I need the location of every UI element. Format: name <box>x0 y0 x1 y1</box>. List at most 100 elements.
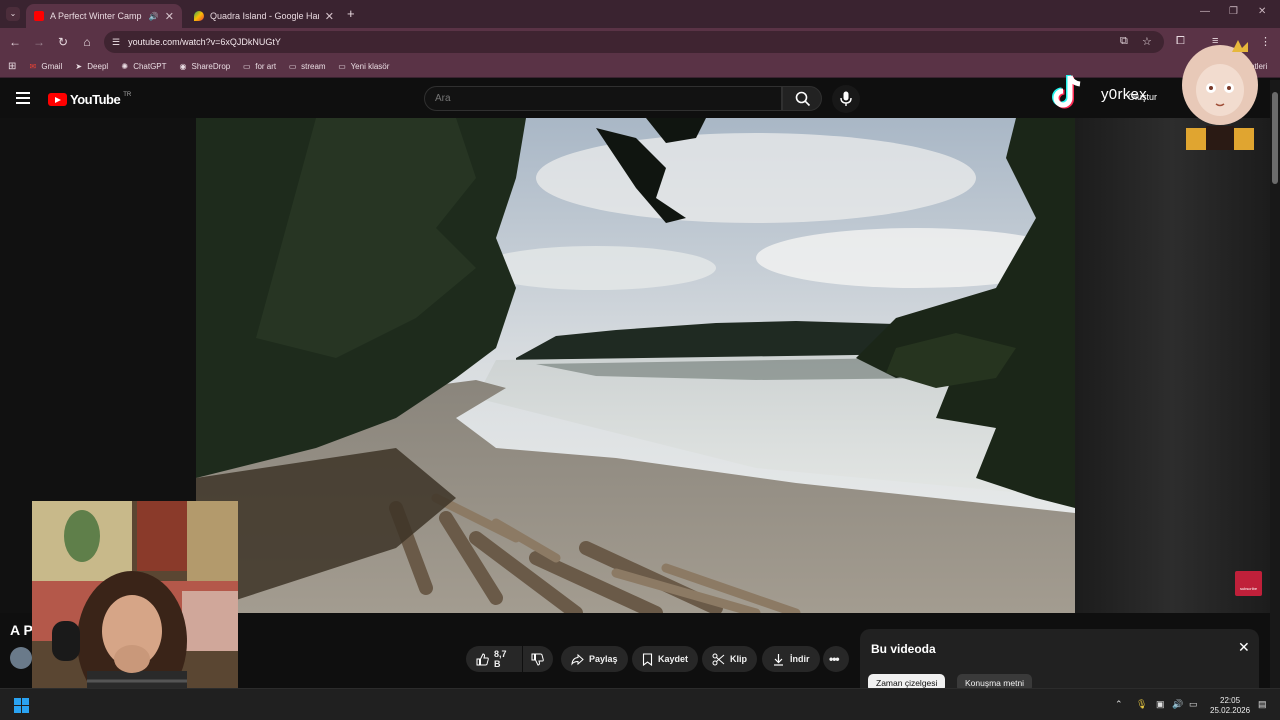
clip-button[interactable]: Klip <box>702 646 757 672</box>
gmail-icon: ✉ <box>29 62 37 71</box>
download-icon <box>774 653 783 666</box>
video-player[interactable] <box>196 118 1075 613</box>
folder-icon: ▭ <box>338 62 346 71</box>
youtube-wordmark: YouTube <box>70 92 121 107</box>
close-tab-icon[interactable]: ✕ <box>325 10 334 23</box>
volume-icon[interactable]: 🔊 <box>1172 699 1183 710</box>
close-icon[interactable]: ✕ <box>1238 639 1250 656</box>
site-info-icon[interactable]: ☰ <box>112 37 120 48</box>
network-icon[interactable]: ▣ <box>1156 699 1165 710</box>
scissors-icon <box>712 653 725 665</box>
new-tab-button[interactable]: + <box>347 6 355 21</box>
deepl-icon: ➤ <box>75 62 83 71</box>
page-scrollbar[interactable] <box>1270 80 1280 688</box>
chatgpt-icon: ✺ <box>121 62 129 71</box>
bookmark-sharedrop[interactable]: ◉ ShareDrop <box>179 62 231 71</box>
save-label: Kaydet <box>658 654 689 664</box>
notifications-icon[interactable]: ▤ <box>1258 699 1267 710</box>
download-label: İndir <box>790 654 810 664</box>
youtube-logo[interactable]: YouTube TR <box>48 92 131 107</box>
panel-title: Bu videoda <box>871 642 936 656</box>
tiktok-logo-icon <box>1050 72 1086 110</box>
video-frame-lake-scene <box>196 118 1075 613</box>
subscribe-overlay-badge: subscribe <box>1235 571 1262 596</box>
search-button[interactable] <box>782 86 822 111</box>
bookmark-label: ShareDrop <box>191 62 231 71</box>
tab-google-maps[interactable]: Quadra Island - Google Harita ✕ <box>186 4 342 28</box>
bookmark-label: ChatGPT <box>133 62 167 71</box>
youtube-header: YouTube TR Oluştur <box>0 80 1280 118</box>
minimize-icon[interactable]: — <box>1200 6 1210 17</box>
back-icon[interactable]: ← <box>8 35 22 49</box>
close-window-icon[interactable]: ✕ <box>1258 6 1266 17</box>
more-actions-button[interactable]: ••• <box>823 646 849 672</box>
tab-title: A Perfect Winter Camp - Yo <box>50 11 143 21</box>
tab-youtube-video[interactable]: A Perfect Winter Camp - Yo 🔊 ✕ <box>26 4 182 28</box>
battery-icon[interactable]: ▭ <box>1189 699 1198 710</box>
browser-tab-strip: ⌄ A Perfect Winter Camp - Yo 🔊 ✕ Quadra … <box>0 0 1280 28</box>
folder-icon: ▭ <box>242 62 251 71</box>
bookmark-label: Gmail <box>41 62 63 71</box>
bookmark-stream[interactable]: ▭ stream <box>288 62 326 71</box>
channel-avatar[interactable] <box>10 647 32 669</box>
thumbs-up-icon <box>476 652 489 665</box>
youtube-favicon-icon <box>34 11 44 21</box>
system-clock[interactable]: 22:05 25.02.2026 <box>1210 696 1250 716</box>
maximize-icon[interactable]: ❐ <box>1229 6 1238 17</box>
reload-icon[interactable]: ↻ <box>56 35 70 49</box>
bookmarks-bar: ⊞ ✉ Gmail ➤ Deepl ✺ ChatGPT ◉ ShareDrop ▭ for… <box>0 56 1280 78</box>
dislike-button[interactable] <box>523 646 553 672</box>
vtuber-avatar-image <box>1176 40 1264 150</box>
save-button[interactable]: Kaydet <box>632 646 699 672</box>
bookmark-for-art[interactable]: ▭ for art <box>242 62 276 71</box>
windows-start-icon[interactable] <box>14 698 29 713</box>
like-button[interactable]: 8,7 B <box>466 646 522 672</box>
maps-favicon-icon <box>194 11 204 21</box>
thumbs-down-icon <box>531 653 544 666</box>
like-count: 8,7 B <box>494 649 507 669</box>
close-tab-icon[interactable]: ✕ <box>165 10 174 23</box>
install-app-icon[interactable]: ⧉ <box>1120 35 1128 48</box>
player-right-letterbox <box>1075 118 1270 613</box>
bookmark-label: Yeni klasör <box>350 62 390 71</box>
voice-search-button[interactable] <box>832 85 860 113</box>
video-title: A P <box>10 622 33 638</box>
browser-toolbar: ← → ↻ ⌂ ☰ youtube.com/watch?v=6xQJDkNUGt… <box>0 28 1280 56</box>
hamburger-menu-icon[interactable] <box>16 92 30 104</box>
home-icon[interactable]: ⌂ <box>80 35 94 49</box>
scrollbar-thumb[interactable] <box>1272 92 1278 184</box>
folder-icon: ▭ <box>288 62 297 71</box>
youtube-play-icon <box>48 93 67 106</box>
share-button[interactable]: Paylaş <box>561 646 628 672</box>
bookmark-label: for art <box>255 62 277 71</box>
clip-label: Klip <box>730 654 747 664</box>
more-horizontal-icon: ••• <box>829 652 840 666</box>
apps-grid-icon[interactable]: ⊞ <box>8 61 16 72</box>
url-text: youtube.com/watch?v=6xQJDkNUGtY <box>128 37 281 47</box>
bookmark-yeni-klasor[interactable]: ▭ Yeni klasör <box>338 62 390 71</box>
bookmark-chatgpt[interactable]: ✺ ChatGPT <box>120 62 166 71</box>
clock-time: 22:05 <box>1220 696 1241 705</box>
tab-title: Quadra Island - Google Harita <box>210 11 319 21</box>
share-icon <box>571 653 584 666</box>
region-code: TR <box>123 91 132 98</box>
windows-taskbar: ⌃ 🎙 ▣ 🔊 ▭ 22:05 25.02.2026 ▤ <box>0 688 1280 720</box>
bookmark-deepl[interactable]: ➤ Deepl <box>74 62 108 71</box>
bookmark-star-icon[interactable]: ☆ <box>1142 35 1152 48</box>
sharedrop-icon: ◉ <box>179 62 187 71</box>
bookmark-label: Deepl <box>87 62 109 71</box>
speaker-icon[interactable]: 🔊 <box>149 12 159 21</box>
tab-search-button[interactable]: ⌄ <box>6 7 20 21</box>
bookmark-icon <box>642 652 653 666</box>
download-button[interactable]: İndir <box>762 646 820 672</box>
clock-date: 25.02.2026 <box>1210 706 1251 715</box>
share-label: Paylaş <box>589 654 618 664</box>
search-input[interactable] <box>424 86 782 111</box>
forward-icon[interactable]: → <box>32 35 46 49</box>
show-hidden-icons-icon[interactable]: ⌃ <box>1115 699 1123 710</box>
microphone-tray-icon[interactable]: 🎙 <box>1136 699 1147 710</box>
streamer-handle: y0rkex <box>1101 86 1147 103</box>
bookmark-label: stream <box>301 62 326 71</box>
bookmark-gmail[interactable]: ✉ Gmail <box>28 62 63 71</box>
address-bar[interactable]: ☰ youtube.com/watch?v=6xQJDkNUGtY <box>104 31 1164 53</box>
